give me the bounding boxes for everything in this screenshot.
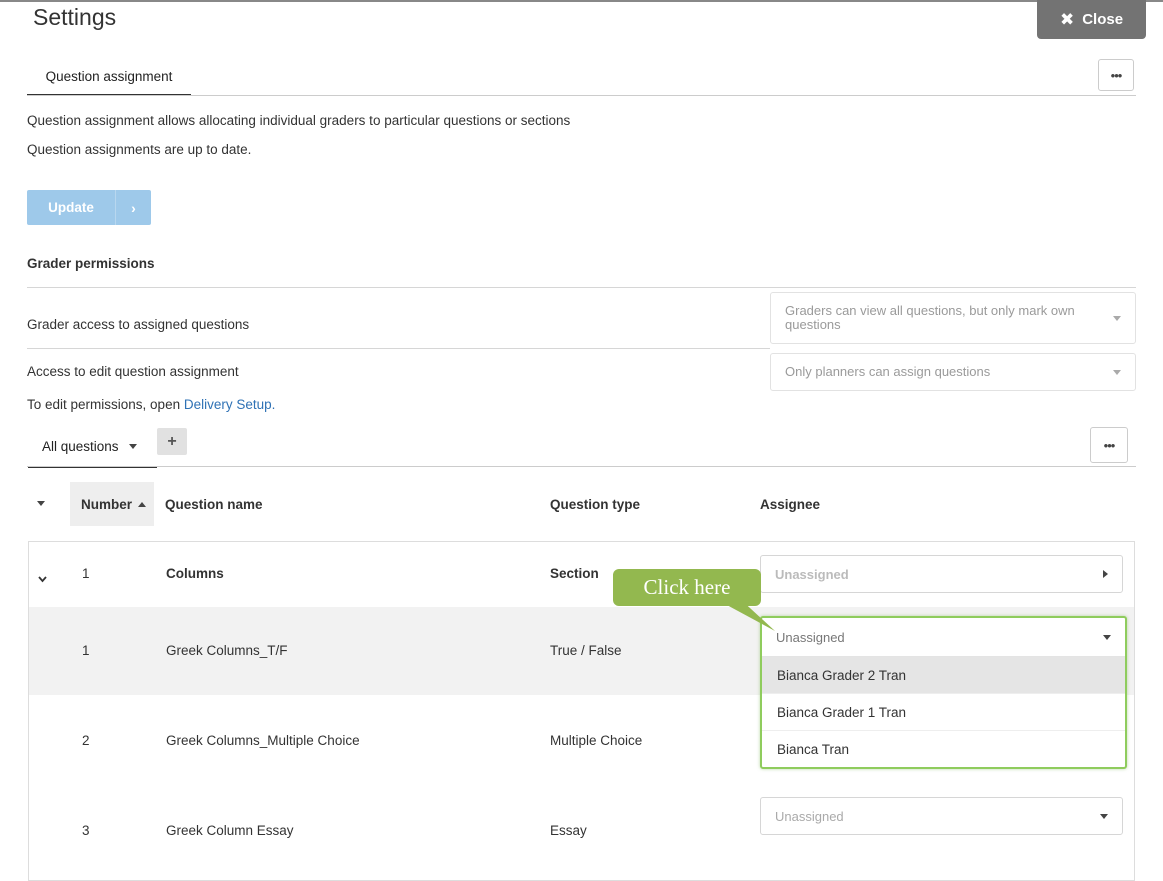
close-icon: ✖ — [1059, 9, 1075, 29]
chevron-down-icon — [1103, 634, 1111, 640]
section-assignee-select[interactable]: Unassigned — [760, 555, 1123, 593]
row-question-name: Greek Columns_T/F — [166, 643, 288, 658]
more-icon: ••• — [1110, 67, 1123, 83]
chevron-down-icon — [37, 501, 45, 506]
row-number: 3 — [82, 823, 90, 838]
row-question-type: Section — [550, 566, 599, 581]
edit-access-value: Only planners can assign questions — [785, 364, 991, 379]
sort-ascending-icon — [138, 501, 147, 507]
assignee-select[interactable]: Unassigned — [760, 797, 1123, 835]
dropdown-option[interactable]: Bianca Grader 1 Tran — [762, 694, 1125, 731]
permission-label-grader-access: Grader access to assigned questions — [27, 317, 250, 332]
chevron-right-icon: › — [115, 190, 151, 225]
section-collapse-toggle[interactable] — [38, 570, 47, 583]
assignee-select-open[interactable]: Unassigned — [762, 618, 1125, 657]
permission-label-edit-access: Access to edit question assignment — [27, 364, 239, 379]
row-number: 1 — [82, 643, 90, 658]
row-question-type: Multiple Choice — [550, 733, 643, 748]
permissions-note-text: To edit permissions, open — [27, 397, 184, 412]
chevron-down-icon — [1113, 369, 1121, 375]
page-title: Settings — [33, 4, 117, 30]
close-button[interactable]: ✖ Close — [1037, 0, 1146, 39]
row-question-type: True / False — [550, 643, 622, 658]
assignee-value: Unassigned — [776, 629, 845, 645]
dropdown-option[interactable]: Bianca Grader 2 Tran — [762, 657, 1125, 694]
assignee-value: Unassigned — [775, 808, 844, 824]
column-header-label: Number — [81, 496, 133, 512]
update-button-label: Update — [48, 200, 94, 215]
delivery-setup-link[interactable]: Delivery Setup. — [184, 397, 276, 412]
tab-question-assignment[interactable]: Question assignment — [27, 58, 191, 96]
click-here-callout: Click here — [613, 569, 761, 606]
grader-access-select[interactable]: Graders can view all questions, but only… — [770, 292, 1136, 344]
tab-divider — [27, 95, 1136, 96]
close-button-label: Close — [1082, 11, 1124, 28]
chevron-right-icon — [1103, 570, 1108, 578]
assignment-description: Question assignment allows allocating in… — [27, 113, 571, 128]
update-button[interactable]: Update › — [27, 190, 151, 225]
permissions-note: To edit permissions, open Delivery Setup… — [27, 397, 275, 412]
tab-label: Question assignment — [45, 68, 173, 84]
chevron-down-icon — [38, 576, 47, 583]
assignee-dropdown[interactable]: Unassigned Bianca Grader 2 Tran Bianca G… — [760, 616, 1127, 769]
row-question-type: Essay — [550, 823, 587, 838]
row-question-name: Columns — [166, 566, 224, 581]
assignment-status: Question assignments are up to date. — [27, 142, 252, 157]
divider — [27, 348, 770, 349]
questions-more-options-button[interactable]: ••• — [1090, 427, 1128, 463]
divider — [27, 287, 1136, 288]
row-number: 1 — [82, 566, 90, 581]
tab-label: All questions — [42, 438, 119, 454]
row-question-name: Greek Column Essay — [166, 823, 294, 838]
grader-access-value: Graders can view all questions, but only… — [785, 303, 1075, 332]
add-tab-button[interactable]: + — [157, 428, 187, 455]
dropdown-option[interactable]: Bianca Tran — [762, 731, 1125, 767]
assignee-value: Unassigned — [775, 566, 849, 582]
more-icon: ••• — [1103, 437, 1116, 453]
edit-access-select[interactable]: Only planners can assign questions — [770, 353, 1136, 391]
chevron-down-icon — [1100, 813, 1108, 819]
plus-icon: + — [167, 432, 177, 450]
chevron-down-icon — [128, 443, 137, 449]
column-header-number[interactable]: Number — [70, 482, 154, 526]
permissions-heading: Grader permissions — [27, 256, 155, 271]
chevron-down-icon — [1113, 315, 1121, 321]
tab-divider — [27, 466, 1136, 467]
column-header-type: Question type — [550, 497, 641, 512]
more-options-button[interactable]: ••• — [1098, 59, 1134, 91]
row-question-name: Greek Columns_Multiple Choice — [166, 733, 360, 748]
row-number: 2 — [82, 733, 90, 748]
tab-all-questions[interactable]: All questions — [28, 426, 157, 468]
column-header-assignee: Assignee — [760, 497, 821, 512]
column-header-name: Question name — [165, 497, 263, 512]
expand-all-toggle[interactable] — [37, 501, 45, 506]
